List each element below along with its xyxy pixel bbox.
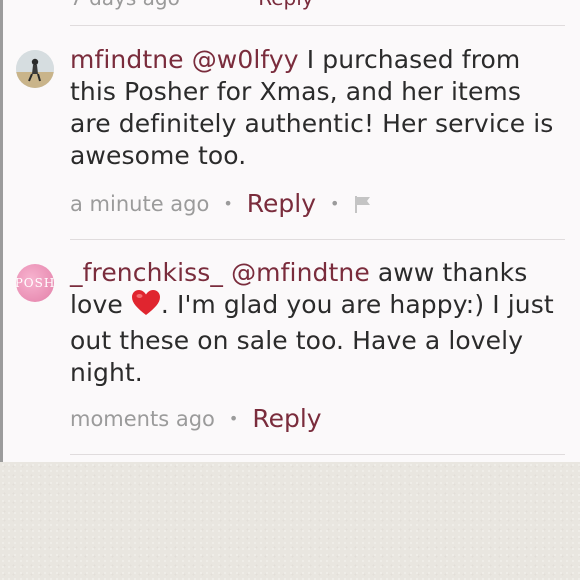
divider (70, 454, 565, 455)
comment-text: _frenchkiss_ @mfindtne aww thanks love .… (70, 257, 560, 389)
user-photo-avatar[interactable] (16, 50, 54, 88)
separator-dot: • (330, 194, 340, 213)
comment-meta: moments ago • Reply (70, 404, 322, 433)
comment-text: mfindtne @w0lfyy I purchased from this P… (70, 44, 560, 172)
reply-button[interactable]: Reply (247, 189, 316, 218)
divider (70, 239, 565, 240)
separator-dot: • (228, 409, 239, 428)
comment-username[interactable]: _frenchkiss_ (70, 258, 223, 287)
divider (70, 25, 565, 26)
previous-timestamp: 7 days ago (70, 0, 180, 10)
previous-comment-meta: 7 days ago Reply (70, 0, 314, 10)
posh-logo-text: POSH (16, 276, 54, 290)
reply-button[interactable]: Reply (252, 404, 321, 433)
comment-timestamp: moments ago (70, 406, 215, 431)
heart-emoji-icon (131, 289, 161, 325)
flag-icon[interactable] (353, 194, 373, 214)
page-background-area (0, 462, 580, 580)
comment-meta: a minute ago • Reply • (70, 189, 373, 218)
left-border (0, 0, 3, 462)
separator-dot: • (223, 194, 233, 213)
comment-username[interactable]: mfindtne (70, 45, 184, 74)
posh-logo-avatar[interactable]: POSH (16, 264, 54, 302)
comment-timestamp: a minute ago (70, 191, 210, 216)
comment-mention[interactable]: @w0lfyy (192, 45, 299, 74)
comment-mention[interactable]: @mfindtne (231, 258, 370, 287)
previous-reply-button[interactable]: Reply (258, 0, 313, 10)
